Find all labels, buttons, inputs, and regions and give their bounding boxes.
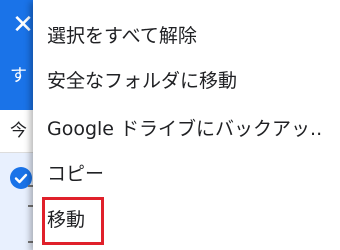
menu-item-label: 移動 xyxy=(47,209,86,231)
section-label: 今 xyxy=(10,121,27,141)
menu-item-move-to-secure-folder[interactable]: 安全なフォルダに移動 xyxy=(33,58,340,104)
menu-item-label: コピー xyxy=(47,163,105,185)
menu-item-label: 安全なフォルダに移動 xyxy=(47,70,238,92)
menu-item-backup-google-drive[interactable]: Google ドライブにバックアッ.. xyxy=(33,106,340,152)
tab-label[interactable]: す xyxy=(10,64,27,88)
menu-item-move[interactable]: 移動 xyxy=(33,197,340,243)
context-menu: 選択をすべて解除 安全なフォルダに移動 Google ドライブにバックアッ.. … xyxy=(33,0,340,250)
screen: ✕ す 今 選択をすべて解除 安全なフォルダに移動 Google ドライブにバッ… xyxy=(0,0,340,250)
menu-item-deselect-all[interactable]: 選択をすべて解除 xyxy=(33,13,340,59)
menu-item-label: 選択をすべて解除 xyxy=(47,25,197,47)
menu-item-label: Google ドライブにバックアッ.. xyxy=(47,118,323,140)
menu-item-copy[interactable]: コピー xyxy=(33,151,340,197)
